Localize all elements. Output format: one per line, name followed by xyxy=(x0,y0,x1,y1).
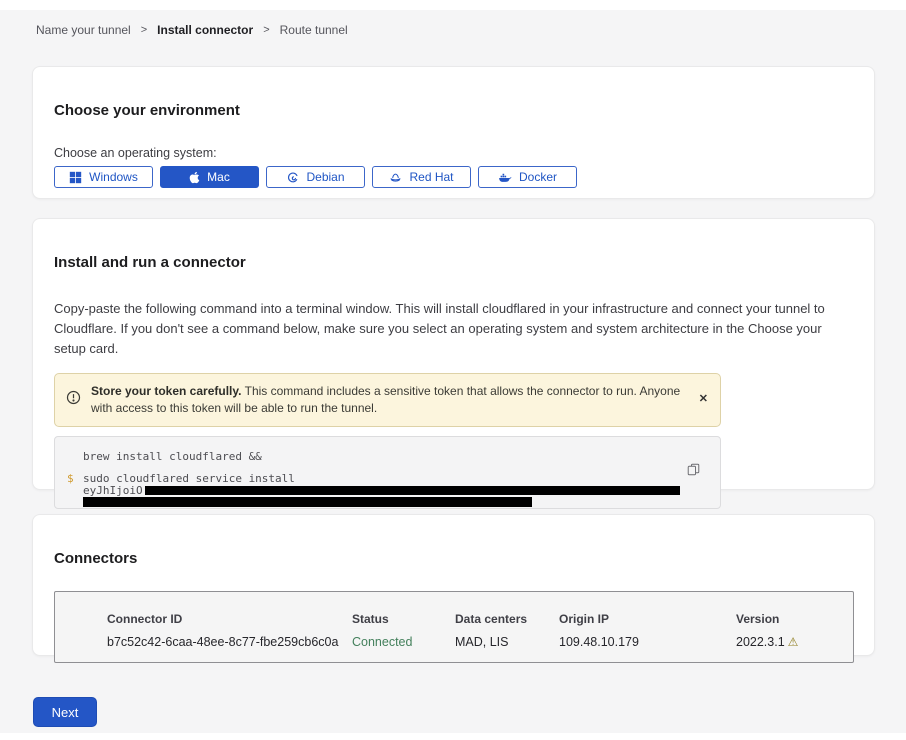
terminal-command-block: brew install cloudflared && $sudo cloudf… xyxy=(54,436,721,509)
bottom-strip xyxy=(0,733,906,740)
connectors-card-title: Connectors xyxy=(54,539,853,567)
environment-card-title: Choose your environment xyxy=(54,91,853,119)
terminal-prompt: $ xyxy=(67,472,74,485)
connectors-card: Connectors Connector ID Status Data cent… xyxy=(32,514,875,656)
os-button-label: Mac xyxy=(207,170,230,184)
breadcrumb-install-connector[interactable]: Install connector xyxy=(157,23,253,37)
install-card-title: Install and run a connector xyxy=(54,243,853,271)
column-header-status: Status xyxy=(352,612,455,626)
apple-icon xyxy=(189,171,200,184)
version-warning-icon: ⚠ xyxy=(788,635,799,649)
environment-card: Choose your environment Choose an operat… xyxy=(32,66,875,199)
install-description: Copy-paste the following command into a … xyxy=(54,299,854,359)
os-button-windows[interactable]: Windows xyxy=(54,166,153,188)
column-header-origin-ip: Origin IP xyxy=(559,612,736,626)
column-header-version: Version xyxy=(736,612,853,626)
docker-icon xyxy=(498,171,512,184)
os-button-group: Windows Mac Debian xyxy=(54,166,853,188)
cell-version: 2022.3.1⚠ xyxy=(736,635,853,649)
breadcrumb-separator: > xyxy=(141,24,147,36)
os-button-redhat[interactable]: Red Hat xyxy=(372,166,471,188)
token-prefix: eyJhIjoiO xyxy=(83,484,143,497)
debian-icon xyxy=(286,171,299,184)
os-button-label: Windows xyxy=(89,170,138,184)
next-button[interactable]: Next xyxy=(33,697,97,727)
token-warning-bold: Store your token carefully. xyxy=(91,384,242,398)
redacted-token-bar xyxy=(145,486,680,495)
close-icon[interactable]: ✕ xyxy=(699,392,708,405)
os-button-mac[interactable]: Mac xyxy=(160,166,259,188)
redhat-icon xyxy=(389,171,402,184)
breadcrumb-name-your-tunnel[interactable]: Name your tunnel xyxy=(36,23,131,37)
os-button-docker[interactable]: Docker xyxy=(478,166,577,188)
os-select-label: Choose an operating system: xyxy=(54,146,853,160)
install-connector-card: Install and run a connector Copy-paste t… xyxy=(32,218,875,490)
windows-icon xyxy=(69,171,82,184)
column-header-data-centers: Data centers xyxy=(455,612,559,626)
version-value: 2022.3.1 xyxy=(736,635,785,649)
terminal-line-1: brew install cloudflared && xyxy=(83,450,720,463)
os-button-label: Red Hat xyxy=(409,170,453,184)
os-button-debian[interactable]: Debian xyxy=(266,166,365,188)
table-row: b7c52c42-6caa-48ee-8c77-fbe259cb6c0a Con… xyxy=(107,626,853,649)
cell-origin-ip: 109.48.10.179 xyxy=(559,635,736,649)
redacted-token-bar xyxy=(83,497,532,507)
cell-connector-id: b7c52c42-6caa-48ee-8c77-fbe259cb6c0a xyxy=(107,635,352,649)
column-header-connector-id: Connector ID xyxy=(107,612,352,626)
terminal-command: sudo cloudflared service install xyxy=(83,472,295,485)
connectors-table-header: Connector ID Status Data centers Origin … xyxy=(107,612,853,626)
connectors-table: Connector ID Status Data centers Origin … xyxy=(54,591,854,663)
status-badge: Connected xyxy=(352,635,455,649)
copy-icon[interactable] xyxy=(687,463,700,479)
breadcrumb-separator: > xyxy=(263,24,269,36)
os-button-label: Debian xyxy=(306,170,344,184)
terminal-token-line: eyJhIjoiO xyxy=(83,485,720,496)
token-warning-banner: Store your token carefully. This command… xyxy=(54,373,721,427)
breadcrumb-route-tunnel[interactable]: Route tunnel xyxy=(280,23,348,37)
os-button-label: Docker xyxy=(519,170,557,184)
token-warning-text: Store your token carefully. This command… xyxy=(91,383,699,417)
top-strip xyxy=(0,0,906,10)
alert-circle-icon xyxy=(66,390,81,410)
cell-data-centers: MAD, LIS xyxy=(455,635,559,649)
terminal-line-2: $sudo cloudflared service install xyxy=(83,472,720,485)
